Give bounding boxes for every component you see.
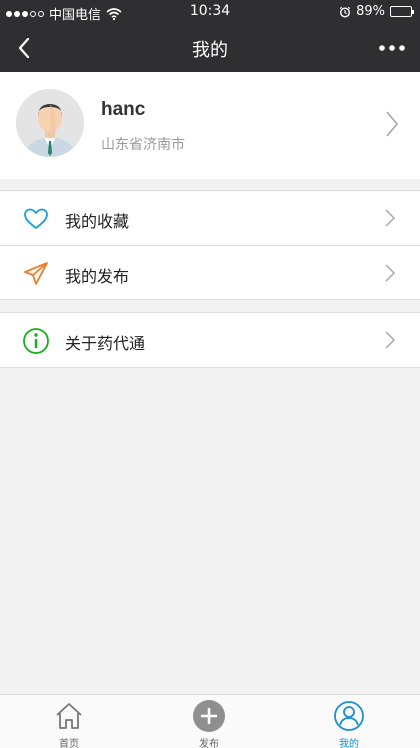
heart-icon [24,208,48,229]
status-right: 89% [339,4,414,19]
tab-label: 首页 [59,739,79,748]
menu-item-favorites[interactable]: 我的收藏 [0,191,420,245]
info-icon [23,328,49,354]
tab-label: 我的 [339,739,359,748]
tab-home[interactable]: 首页 [29,695,109,748]
chevron-right-icon [386,111,399,137]
more-dots-icon [379,45,405,51]
menu-item-my-posts[interactable]: 我的发布 [0,245,420,299]
plus-circle-icon [193,700,225,732]
battery-icon [390,6,414,17]
user-location: 山东省济南市 [101,137,185,153]
avatar-illustration-icon [16,89,84,157]
page-title: 我的 [192,40,228,61]
profile-card[interactable]: hanc 山东省济南市 [0,72,420,179]
menu-item-label: 我的发布 [65,267,130,286]
username: hanc [101,99,146,120]
chevron-right-icon [385,209,396,227]
chevron-right-icon [385,331,396,349]
user-icon [334,701,364,731]
menu-item-label: 关于药代通 [65,334,146,353]
paper-plane-icon [24,262,48,285]
alarm-icon [339,6,351,18]
status-bar: 中国电信 10:34 89% [0,0,420,24]
avatar[interactable] [16,89,84,157]
menu-item-about[interactable]: 关于药代通 [0,313,420,367]
home-icon [56,703,82,729]
more-button[interactable] [374,32,410,64]
nav-bar: 我的 [0,24,420,72]
chevron-right-icon [385,264,396,282]
battery-percent: 89% [356,4,385,19]
menu-item-label: 我的收藏 [65,212,130,231]
tab-profile[interactable]: 我的 [309,695,389,748]
tab-publish[interactable]: 发布 [169,695,249,748]
menu-group-about: 关于药代通 [0,312,420,368]
menu-group-main: 我的收藏 我的发布 [0,190,420,300]
tab-bar: 首页 发布 我的 [0,694,420,748]
tab-label: 发布 [199,739,219,748]
